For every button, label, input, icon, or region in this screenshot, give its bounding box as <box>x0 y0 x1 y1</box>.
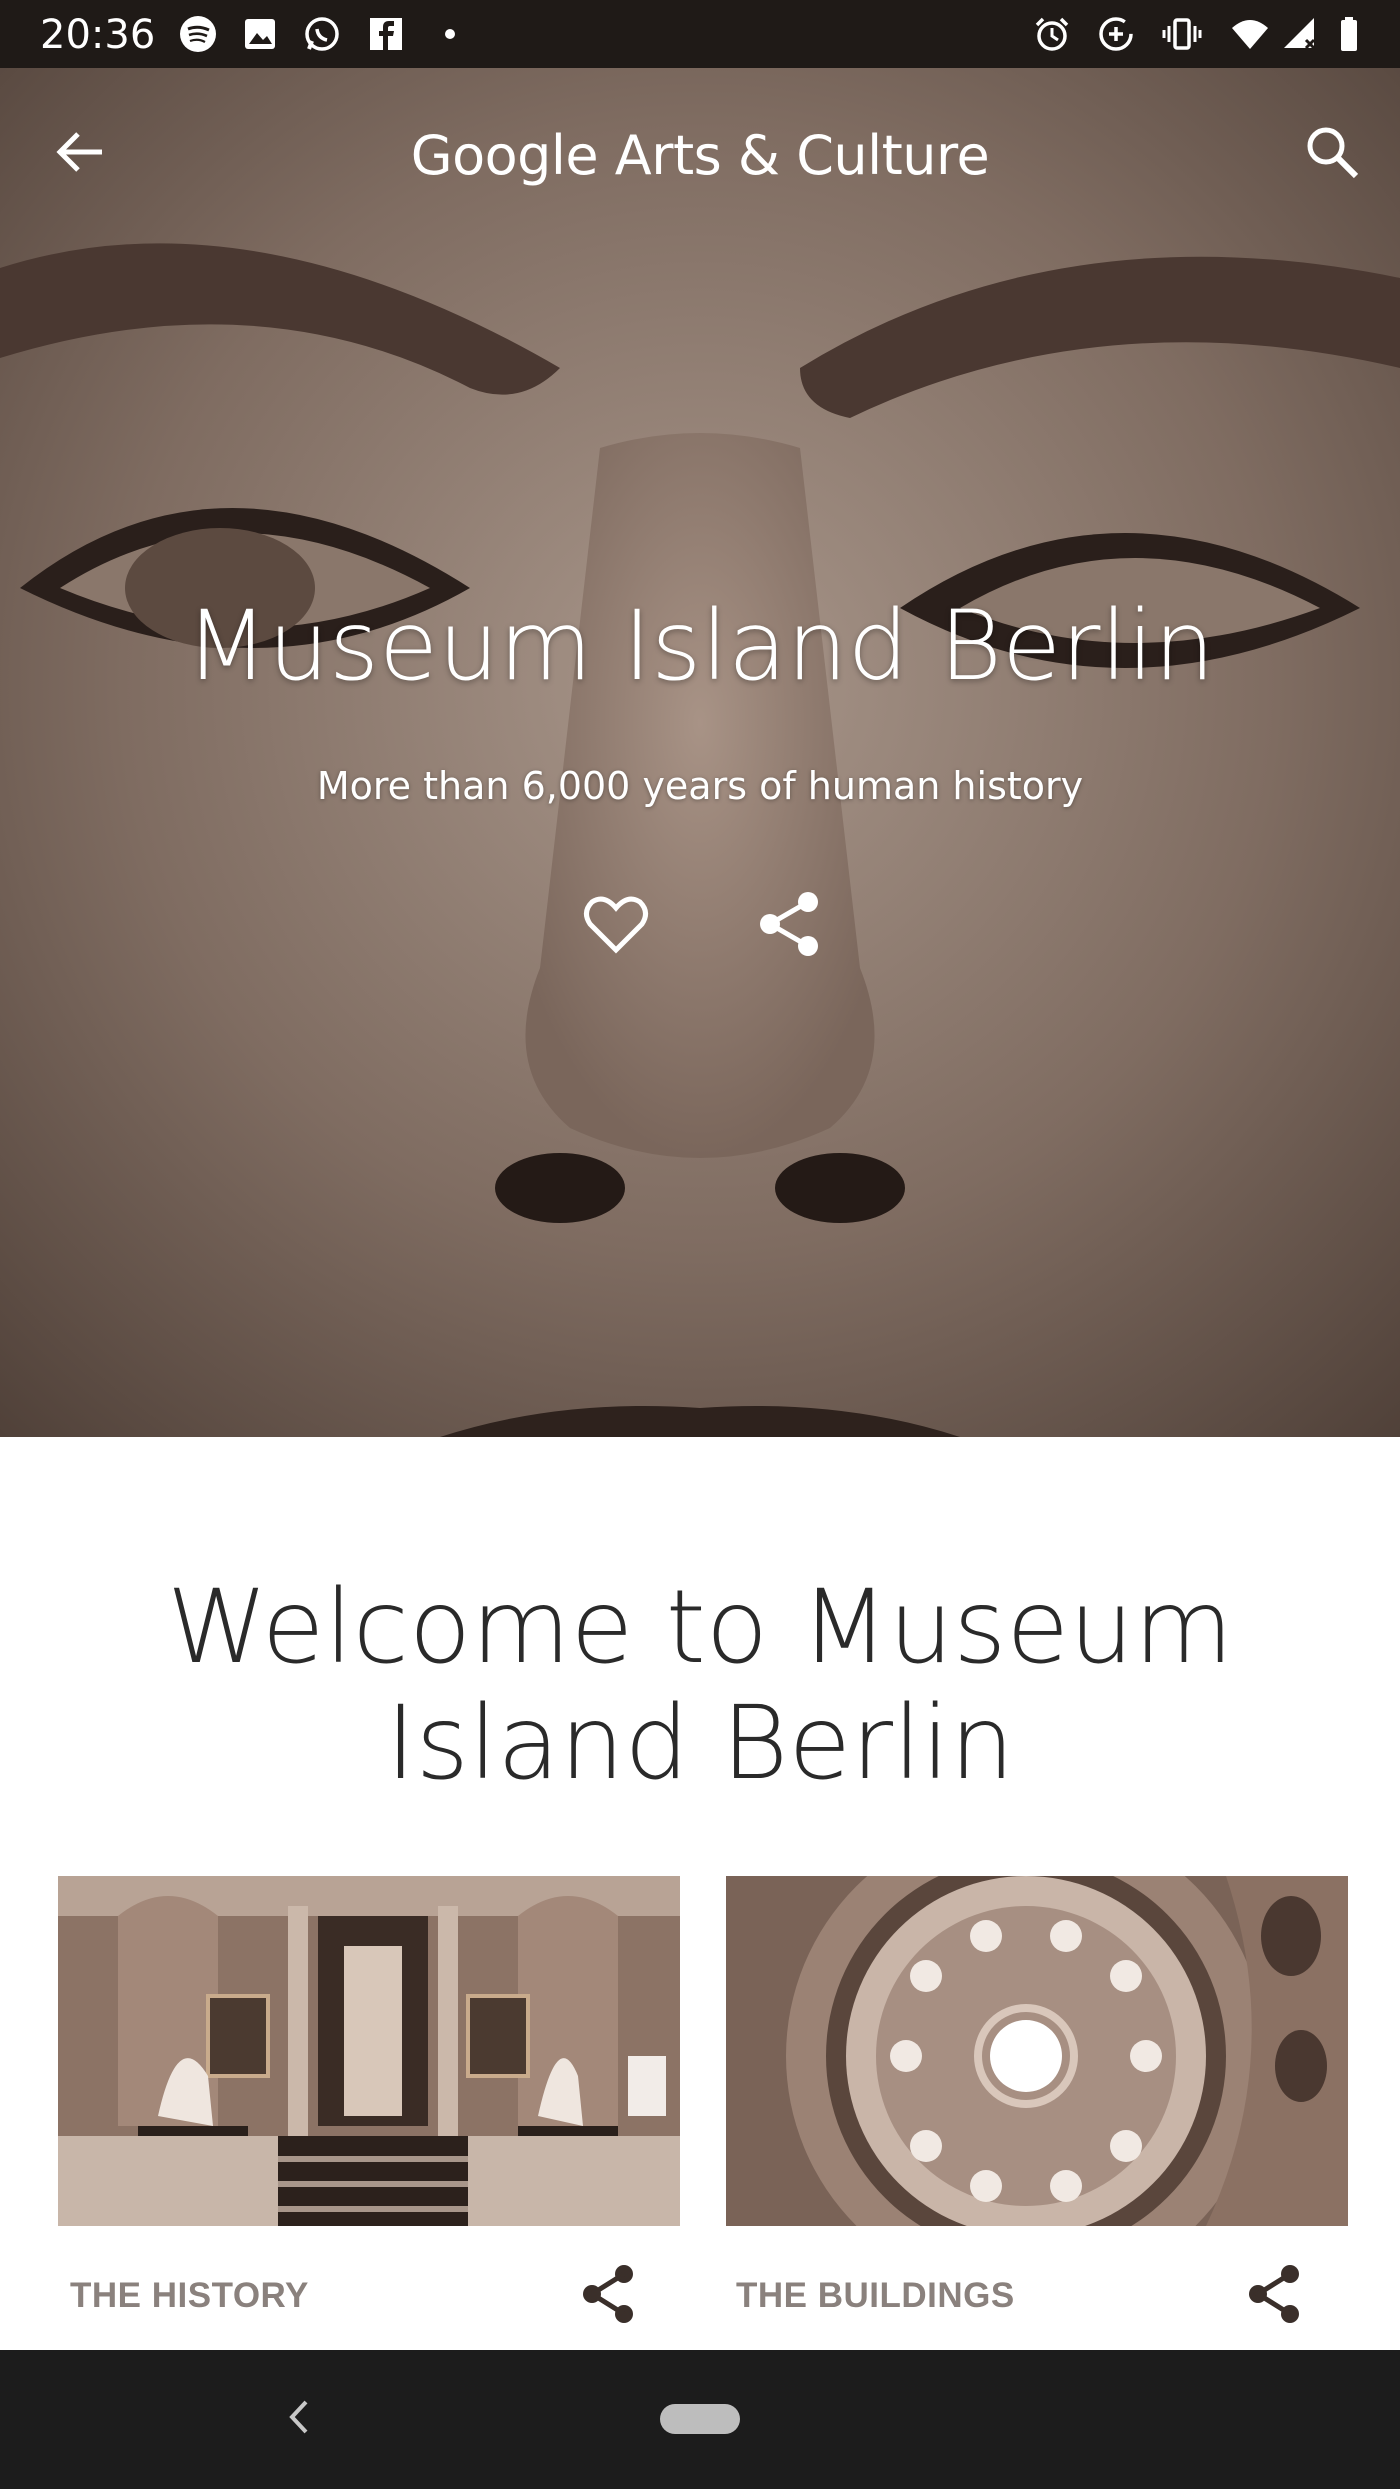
card-title: THE BUILDINGS <box>736 2276 1015 2315</box>
share-icon[interactable] <box>758 890 822 958</box>
facebook-icon <box>366 14 406 54</box>
vibrate-icon <box>1162 14 1202 54</box>
signal-icon <box>1280 14 1320 54</box>
brand-logo: Google Arts & Culture <box>410 124 990 187</box>
image-icon <box>240 14 280 54</box>
whatsapp-icon <box>302 14 342 54</box>
status-time: 20:36 <box>40 12 156 58</box>
wifi-icon <box>1230 14 1270 54</box>
dot-icon <box>430 14 470 54</box>
card-history[interactable]: THE HISTORY <box>58 1876 680 2323</box>
card-buildings[interactable]: THE BUILDINGS <box>726 1876 1348 2323</box>
hero-subtitle: More than 6,000 years of human history <box>316 764 1084 808</box>
spotify-icon <box>178 14 218 54</box>
share-icon[interactable] <box>580 2262 638 2326</box>
battery-icon <box>1332 14 1372 54</box>
alarm-icon <box>1032 14 1072 54</box>
share-icon[interactable] <box>1246 2262 1304 2326</box>
data-saver-icon <box>1096 14 1136 54</box>
search-icon[interactable] <box>1302 122 1362 182</box>
status-bar: 20:36 <box>0 0 1400 68</box>
hero-banner: Google Arts & Culture Museum Island Berl… <box>0 68 1400 1437</box>
history-image[interactable] <box>58 1876 680 2226</box>
card-title: THE HISTORY <box>70 2276 309 2315</box>
hero-title: Museum Island Berlin <box>185 590 1215 702</box>
buildings-image[interactable] <box>726 1876 1348 2226</box>
welcome-heading: Welcome to Museum Island Berlin <box>166 1568 1234 1803</box>
chevron-left-icon[interactable] <box>278 2392 318 2442</box>
home-pill-icon[interactable] <box>660 2404 740 2434</box>
hero-sculpture-image <box>0 68 1400 1437</box>
system-nav-bar <box>0 2350 1400 2489</box>
heart-outline-icon[interactable] <box>582 890 650 958</box>
